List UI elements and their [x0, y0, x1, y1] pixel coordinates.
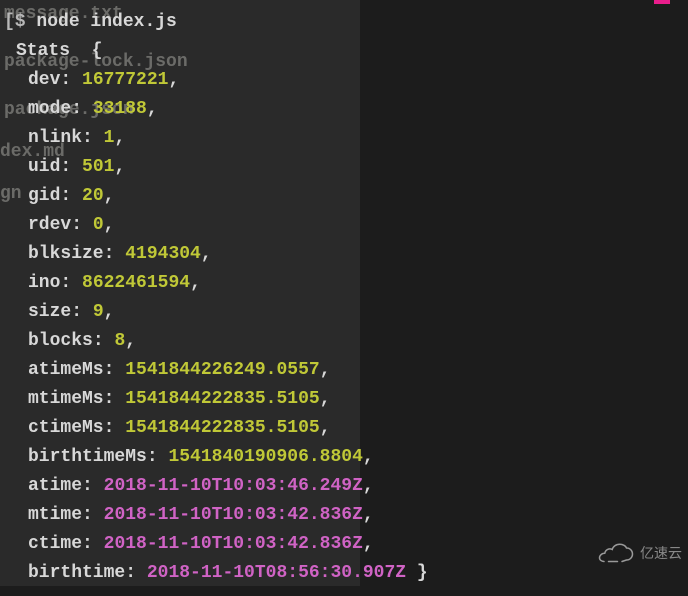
- stat-mode: mode: 33188,: [4, 95, 684, 124]
- stat-dev: dev: 16777221,: [4, 66, 684, 95]
- stat-ctimems: ctimeMs: 1541844222835.5105,: [4, 414, 684, 443]
- stat-atimems: atimeMs: 1541844226249.0557,: [4, 356, 684, 385]
- stat-ino: ino: 8622461594,: [4, 269, 684, 298]
- command-line: [$ node index.js: [4, 8, 684, 37]
- stat-gid: gid: 20,: [4, 182, 684, 211]
- command-text: node index.js: [36, 12, 176, 32]
- stat-atime: atime: 2018-11-10T10:03:46.249Z,: [4, 472, 684, 501]
- prompt: [$: [4, 12, 26, 32]
- stat-mtimems: mtimeMs: 1541844222835.5105,: [4, 385, 684, 414]
- window-decoration: [654, 0, 670, 4]
- terminal-output[interactable]: [$ node index.js Stats { dev: 16777221, …: [0, 0, 688, 596]
- struct-open: Stats {: [4, 37, 684, 66]
- watermark-text: 亿速云: [640, 539, 682, 568]
- watermark: 亿速云: [592, 539, 688, 568]
- stat-rdev: rdev: 0,: [4, 211, 684, 240]
- stat-mtime: mtime: 2018-11-10T10:03:42.836Z,: [4, 501, 684, 530]
- stat-uid: uid: 501,: [4, 153, 684, 182]
- cloud-icon: [598, 543, 634, 565]
- stat-birthtimems: birthtimeMs: 1541840190906.8804,: [4, 443, 684, 472]
- stat-size: size: 9,: [4, 298, 684, 327]
- stat-nlink: nlink: 1,: [4, 124, 684, 153]
- stat-blksize: blksize: 4194304,: [4, 240, 684, 269]
- stat-ctime: ctime: 2018-11-10T10:03:42.836Z,: [4, 530, 684, 559]
- stat-blocks: blocks: 8,: [4, 327, 684, 356]
- stat-birthtime: birthtime: 2018-11-10T08:56:30.907Z }: [4, 559, 684, 588]
